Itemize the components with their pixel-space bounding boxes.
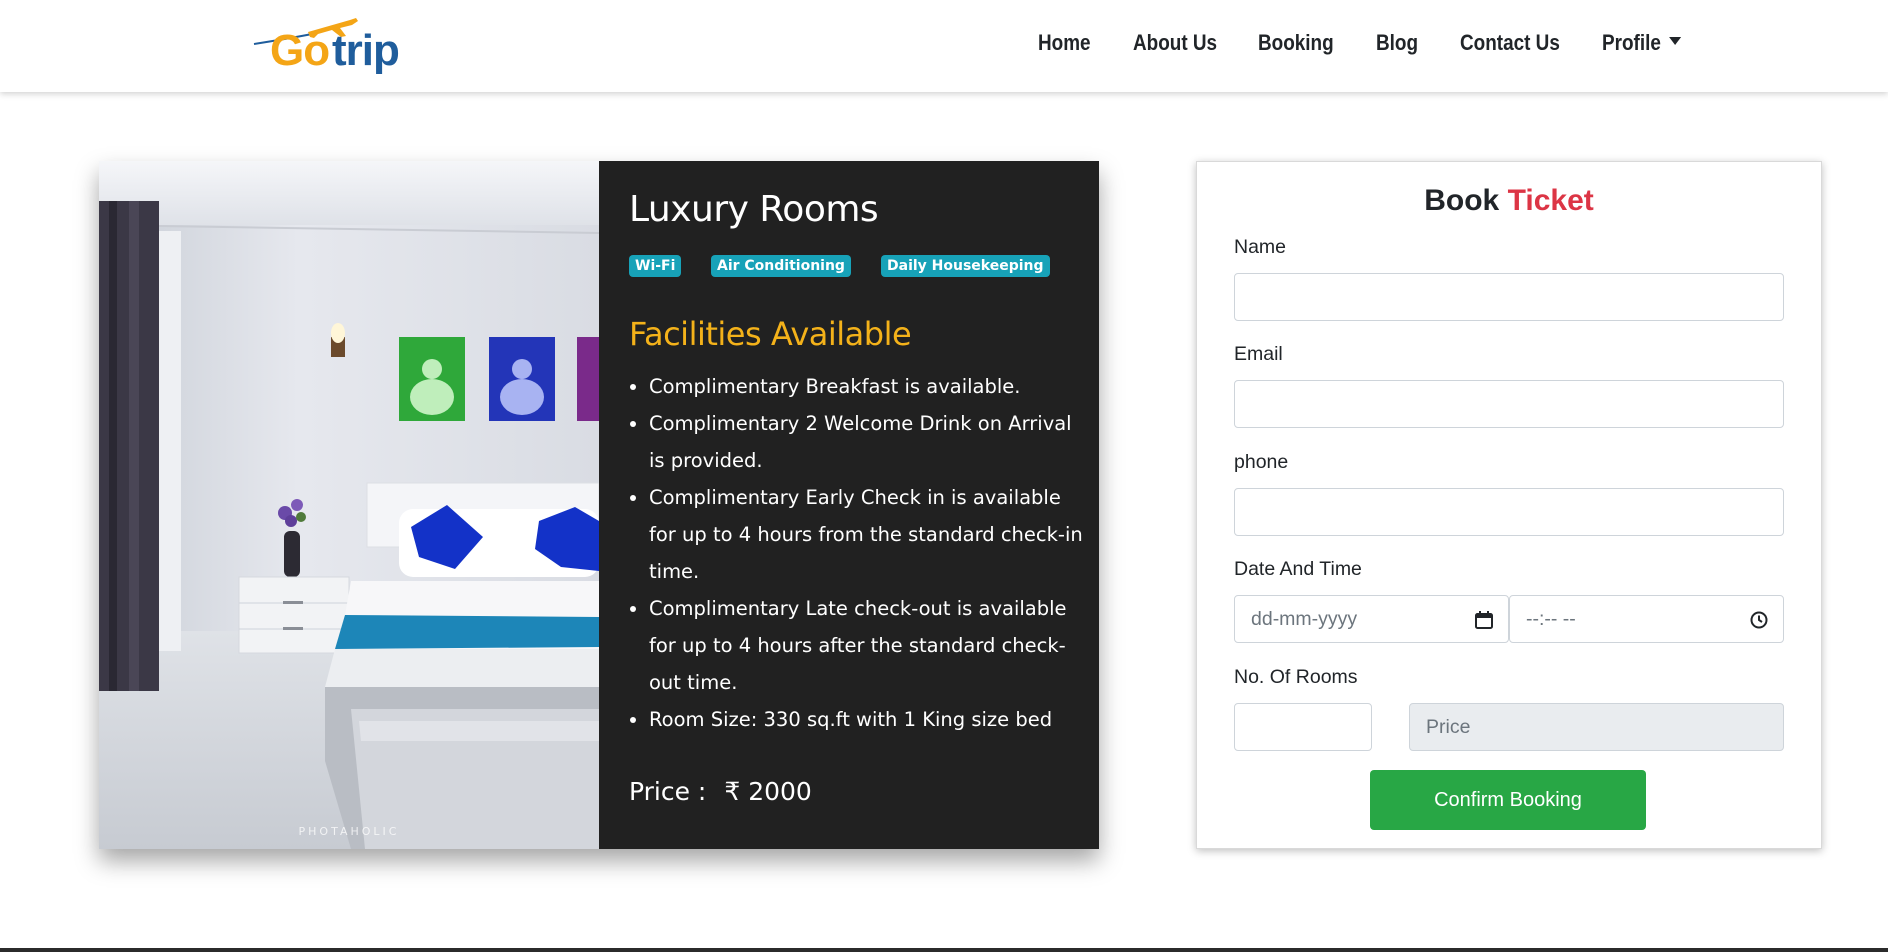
nav-home[interactable]: Home bbox=[1038, 30, 1091, 56]
facility-item: Complimentary Early Check in is availabl… bbox=[649, 479, 1089, 590]
room-price: Price : ₹ 2000 bbox=[629, 777, 812, 806]
room-photo: PHOTAHOLIC bbox=[99, 161, 599, 849]
datetime-label: Date And Time bbox=[1234, 558, 1362, 580]
logo-go-text: Go bbox=[270, 26, 330, 75]
facility-item: Complimentary Breakfast is available. bbox=[649, 368, 1089, 405]
nav-booking[interactable]: Booking bbox=[1258, 30, 1334, 56]
badge-air-conditioning: Air Conditioning bbox=[711, 255, 851, 277]
email-input[interactable] bbox=[1234, 380, 1784, 428]
nav-profile-dropdown[interactable]: Profile bbox=[1602, 30, 1682, 56]
price-placeholder: Price bbox=[1426, 716, 1471, 738]
image-watermark: PHOTAHOLIC bbox=[299, 825, 400, 838]
room-card: PHOTAHOLIC Luxury Rooms Wi-Fi Air Condit… bbox=[99, 161, 1099, 849]
badge-wifi: Wi-Fi bbox=[629, 255, 682, 277]
facility-item: Room Size: 330 sq.ft with 1 King size be… bbox=[649, 701, 1089, 738]
facilities-list: Complimentary Breakfast is available. Co… bbox=[629, 368, 1089, 738]
bedroom-image: PHOTAHOLIC bbox=[99, 161, 599, 849]
time-input[interactable]: --:-- -- bbox=[1509, 595, 1784, 643]
form-title: Book Ticket bbox=[1197, 184, 1821, 218]
facility-item: Complimentary Late check-out is availabl… bbox=[649, 590, 1089, 701]
nav-contact-us[interactable]: Contact Us bbox=[1460, 30, 1560, 56]
logo-trip-text: trip bbox=[332, 26, 400, 75]
nav-profile-label: Profile bbox=[1602, 30, 1661, 55]
booking-form: Book Ticket Name Email phone Date And Ti… bbox=[1196, 161, 1822, 849]
logo[interactable]: Go trip bbox=[252, 12, 402, 78]
facility-item: Complimentary 2 Welcome Drink on Arrival… bbox=[649, 405, 1089, 479]
price-value: ₹ 2000 bbox=[724, 777, 812, 806]
facilities-title: Facilities Available bbox=[629, 315, 912, 353]
phone-label: phone bbox=[1234, 451, 1289, 473]
form-title-book: Book bbox=[1424, 184, 1500, 217]
clock-icon[interactable] bbox=[1749, 610, 1769, 630]
email-label: Email bbox=[1234, 343, 1283, 365]
price-label: Price : bbox=[629, 777, 707, 806]
footer-edge bbox=[0, 948, 1888, 952]
date-placeholder: dd-mm-yyyy bbox=[1251, 608, 1358, 630]
calendar-icon[interactable] bbox=[1474, 610, 1494, 630]
phone-input[interactable] bbox=[1234, 488, 1784, 536]
navbar: Go trip Home About Us Booking Blog Conta… bbox=[0, 0, 1888, 92]
form-title-ticket: Ticket bbox=[1507, 184, 1594, 217]
rooms-input[interactable] bbox=[1234, 703, 1372, 751]
rooms-label: No. Of Rooms bbox=[1234, 666, 1358, 688]
nav-blog[interactable]: Blog bbox=[1376, 30, 1418, 56]
room-title: Luxury Rooms bbox=[629, 189, 879, 230]
room-info-panel: Luxury Rooms Wi-Fi Air Conditioning Dail… bbox=[599, 161, 1099, 849]
date-input[interactable]: dd-mm-yyyy bbox=[1234, 595, 1509, 643]
badge-daily-housekeeping: Daily Housekeeping bbox=[881, 255, 1050, 277]
name-label: Name bbox=[1234, 236, 1287, 258]
name-input[interactable] bbox=[1234, 273, 1784, 321]
confirm-booking-button[interactable]: Confirm Booking bbox=[1370, 770, 1646, 830]
time-placeholder: --:-- -- bbox=[1526, 608, 1576, 630]
caret-down-icon bbox=[1669, 37, 1682, 46]
price-input: Price bbox=[1409, 703, 1784, 751]
nav-about-us[interactable]: About Us bbox=[1133, 30, 1217, 56]
